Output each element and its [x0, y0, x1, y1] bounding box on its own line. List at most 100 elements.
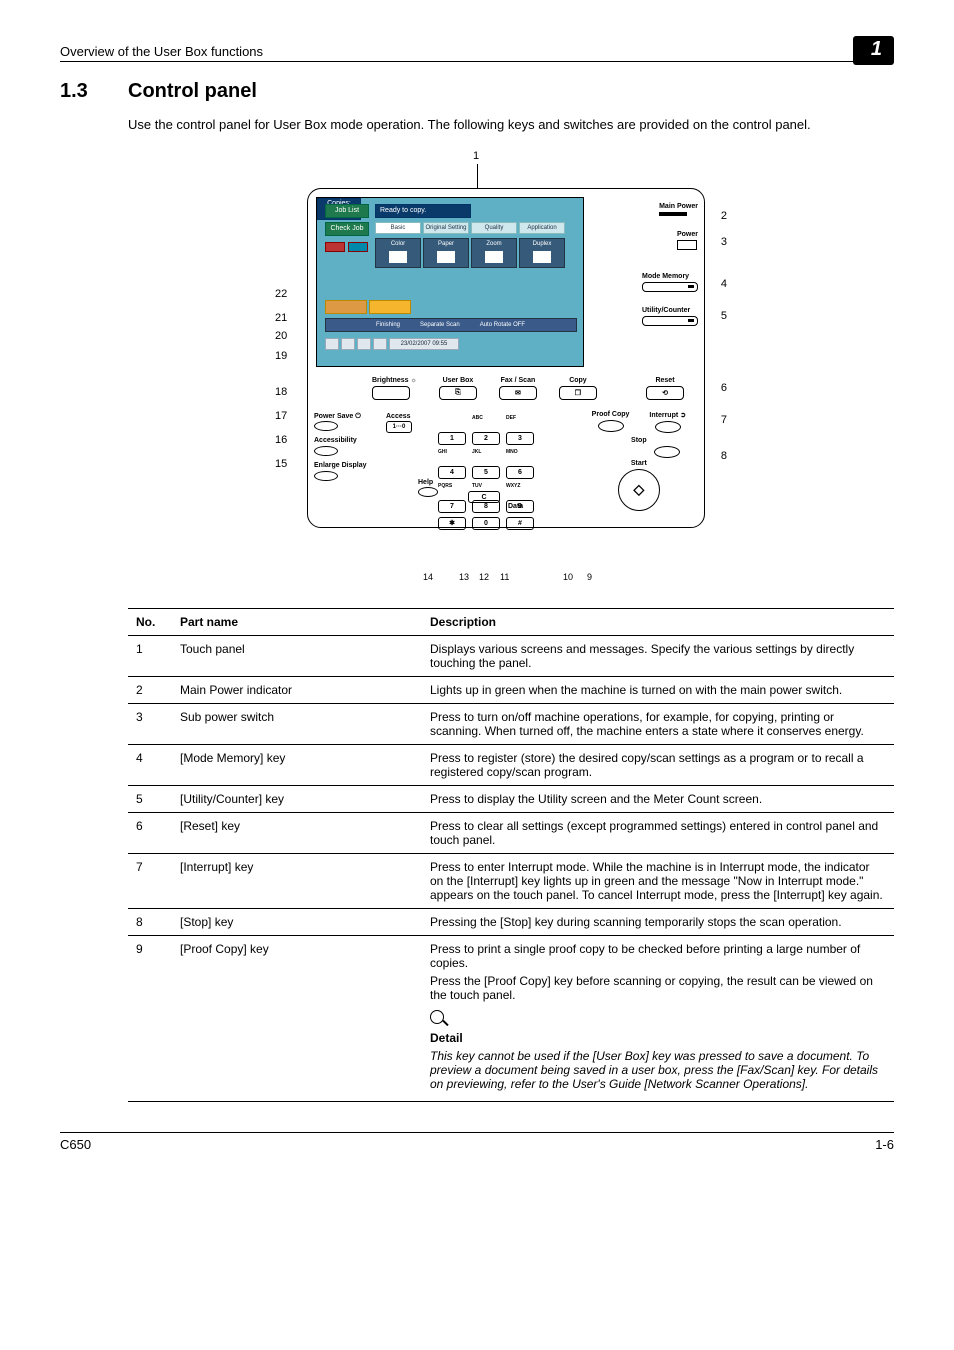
tab-quality[interactable]: Quality [471, 222, 517, 234]
rb-1[interactable] [325, 338, 339, 350]
th-part: Part name [172, 608, 422, 635]
section-number: 1.3 [60, 80, 100, 103]
screen-checkjob[interactable]: Check Job [325, 222, 369, 236]
callout-11: 11 [500, 572, 509, 582]
keypad-5[interactable]: 5 [472, 466, 500, 479]
rb-2[interactable] [341, 338, 355, 350]
screen-btn-blue[interactable] [348, 242, 368, 252]
touch-screen[interactable]: Job List Ready to copy. Copies: 1 Check … [316, 197, 584, 367]
page-footer: C650 1-6 [60, 1132, 894, 1152]
reset-key[interactable]: Reset ⟲ [646, 377, 684, 400]
kp-lab-9: WXYZ [506, 483, 534, 489]
cell-part: Touch panel [172, 635, 422, 676]
stop-key[interactable]: Stop [592, 437, 686, 458]
callout-17: 17 [275, 410, 287, 422]
stop-label: Stop [631, 437, 647, 444]
tab-basic[interactable]: Basic [375, 222, 421, 234]
screen-joblist[interactable]: Job List [325, 204, 369, 218]
kp-lab-6: MNO [506, 449, 534, 455]
callout-20: 20 [275, 330, 287, 342]
callout-13: 13 [459, 572, 469, 582]
proof-copy-key[interactable]: Proof Copy [592, 411, 630, 432]
keypad-hash[interactable]: # [506, 517, 534, 530]
screen-btn-red[interactable] [325, 242, 345, 252]
access-label: Access [386, 413, 411, 420]
desc-line-1: Press to print a single proof copy to be… [430, 942, 886, 970]
table-row: 1Touch panelDisplays various screens and… [128, 635, 894, 676]
powersave-label: Power Save ⏻ [314, 413, 361, 420]
keypad-star[interactable]: ✱ [438, 517, 466, 530]
help-key[interactable]: Help [418, 479, 438, 497]
cell-part: [Reset] key [172, 812, 422, 853]
finish-1[interactable]: Finishing [376, 322, 400, 328]
numeric-keypad: ABC DEF 1 2 3 GHI JKL MNO 4 5 6 PQRS TUV… [438, 415, 534, 530]
section-title: Control panel [128, 80, 257, 103]
tab-application[interactable]: Application [519, 222, 565, 234]
footer-model: C650 [60, 1137, 91, 1152]
enlarge-display-key[interactable]: Enlarge Display [314, 462, 367, 481]
cell-part: [Stop] key [172, 908, 422, 935]
left-key-column: Power Save ⏻ Accessibility Enlarge Displ… [314, 377, 367, 487]
reset-label: Reset [655, 377, 674, 384]
access-key[interactable]: Access 1···0 [386, 413, 412, 433]
kp-lab-4: GHI [438, 449, 466, 455]
utility-counter-key[interactable]: Utility/Counter [642, 307, 698, 326]
mode-memory-key[interactable]: Mode Memory [642, 273, 698, 292]
interrupt-key[interactable]: Interrupt ➲ [649, 411, 686, 433]
rb-4[interactable] [373, 338, 387, 350]
page-header: Overview of the User Box functions 1 [60, 30, 894, 62]
clear-key[interactable]: C [468, 491, 500, 503]
callout-18: 18 [275, 386, 287, 398]
keypad-4[interactable]: 4 [438, 466, 466, 479]
accessibility-label: Accessibility [314, 437, 357, 444]
cell-zoom[interactable]: Zoom [471, 238, 517, 268]
keypad-2[interactable]: 2 [472, 432, 500, 445]
table-row: 9 [Proof Copy] key Press to print a sing… [128, 935, 894, 1101]
th-no: No. [128, 608, 172, 635]
cell-part: [Mode Memory] key [172, 744, 422, 785]
cell-part: [Proof Copy] key [172, 935, 422, 1101]
rb-3[interactable] [357, 338, 371, 350]
callout-9: 9 [587, 572, 592, 582]
cell-color[interactable]: Color [375, 238, 421, 268]
cell-desc: Press to enter Interrupt mode. While the… [422, 853, 894, 908]
callout-19: 19 [275, 350, 287, 362]
main-power-led [659, 212, 687, 216]
cell-desc: Press to clear all settings (except prog… [422, 812, 894, 853]
copy-key[interactable]: Copy❐ [559, 377, 597, 400]
screen-settings-row: Color Paper Zoom Duplex [375, 238, 565, 268]
start-label: Start [631, 460, 647, 467]
keypad-6[interactable]: 6 [506, 466, 534, 479]
kp-lab-8: TUV [472, 483, 500, 489]
keypad-7[interactable]: 7 [438, 500, 466, 513]
start-key[interactable]: Start [592, 460, 686, 511]
right-key-cluster: Proof Copy Interrupt ➲ Stop Start [592, 411, 686, 511]
table-row: 7[Interrupt] keyPress to enter Interrupt… [128, 853, 894, 908]
brightness-key[interactable]: Brightness ☼ [372, 377, 417, 400]
tab-original[interactable]: Original Setting [423, 222, 469, 234]
keypad-3[interactable]: 3 [506, 432, 534, 445]
keypad-0[interactable]: 0 [472, 517, 500, 530]
cell-color-label: Color [391, 241, 405, 247]
keypad-1[interactable]: 1 [438, 432, 466, 445]
userbox-key[interactable]: User Box⎘ [439, 377, 477, 400]
finish-3[interactable]: Auto Rotate OFF [480, 322, 525, 328]
screen-icon-1[interactable] [325, 300, 367, 314]
copy-label: Copy [569, 377, 587, 384]
table-header-row: No. Part name Description [128, 608, 894, 635]
sub-power-switch[interactable]: Power [677, 231, 698, 250]
screen-icon-2[interactable] [369, 300, 411, 314]
finish-2[interactable]: Separate Scan [420, 322, 460, 328]
cell-paper-label: Paper [438, 241, 454, 247]
cell-duplex[interactable]: Duplex [519, 238, 565, 268]
screen-icon-row [325, 300, 411, 314]
screen-bottom-row: 23/02/2007 09:55 [325, 338, 459, 350]
powersave-key[interactable]: Power Save ⏻ [314, 413, 367, 432]
accessibility-key[interactable]: Accessibility [314, 437, 367, 456]
utility-button [642, 316, 698, 326]
kp-lab-7: PQRS [438, 483, 466, 489]
callout-16: 16 [275, 434, 287, 446]
cell-paper[interactable]: Paper [423, 238, 469, 268]
faxscan-key[interactable]: Fax / Scan✉ [499, 377, 537, 400]
kp-lab-5: JKL [472, 449, 500, 455]
